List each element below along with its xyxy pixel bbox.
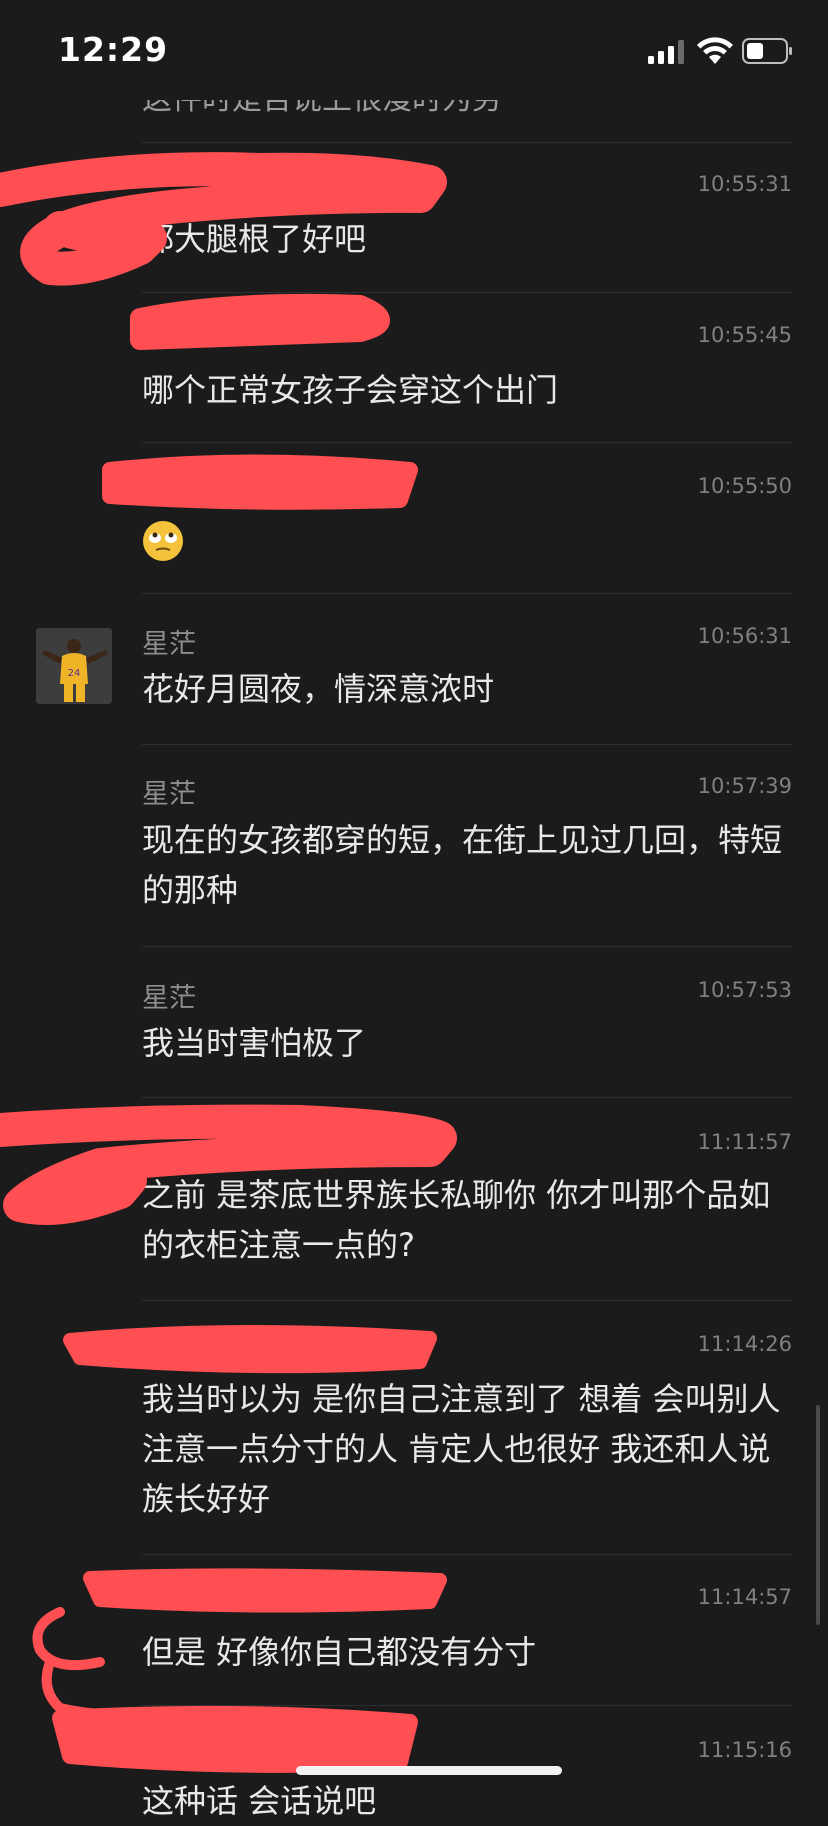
wifi-icon	[697, 37, 733, 64]
status-bar: 12:29	[0, 0, 828, 100]
battery-icon	[742, 38, 792, 64]
status-time: 12:29	[58, 30, 169, 69]
cellular-signal-icon	[648, 40, 684, 64]
home-indicator[interactable]	[296, 1766, 562, 1775]
redaction-scribbles	[0, 152, 457, 1773]
